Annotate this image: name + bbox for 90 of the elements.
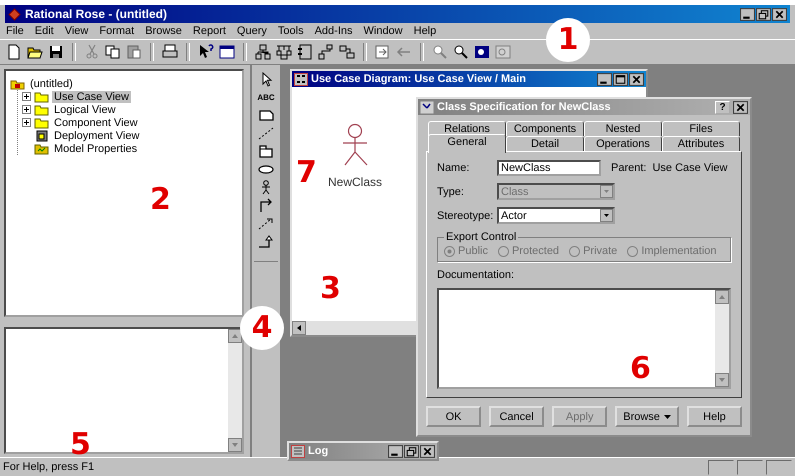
expand-icon[interactable] bbox=[22, 105, 31, 114]
folder-icon bbox=[34, 116, 49, 128]
scroll-left-icon[interactable] bbox=[292, 321, 306, 335]
caret-icon bbox=[664, 414, 671, 418]
paste-icon[interactable] bbox=[126, 44, 142, 60]
tab[interactable]: General bbox=[428, 134, 506, 153]
menu-item[interactable]: Query bbox=[236, 25, 267, 37]
deployment-diagram-icon[interactable] bbox=[339, 44, 355, 60]
name-field[interactable]: NewClass bbox=[497, 160, 601, 176]
menu-item[interactable]: View bbox=[64, 25, 88, 37]
expand-icon[interactable] bbox=[22, 92, 31, 101]
field-label: Stereotype: bbox=[437, 210, 493, 222]
app-icon bbox=[8, 8, 21, 20]
browse-icon[interactable] bbox=[375, 44, 391, 60]
menu-item[interactable]: File bbox=[6, 25, 24, 37]
parent-value: Use Case View bbox=[652, 162, 728, 174]
menu-item[interactable]: Format bbox=[99, 25, 134, 37]
window-title: Rational Rose - (untitled) bbox=[25, 7, 168, 21]
field-label: Documentation: bbox=[437, 269, 516, 281]
tree-item[interactable]: Deployment View bbox=[52, 130, 142, 142]
tree-item[interactable]: Use Case View bbox=[52, 90, 131, 102]
dialog-button[interactable]: OK bbox=[426, 406, 482, 427]
class-diagram-icon[interactable] bbox=[255, 44, 271, 60]
use-case-diagram-icon[interactable] bbox=[276, 44, 292, 60]
diagram-window-title: Use Case Diagram: Use Case View / Main bbox=[311, 73, 528, 85]
component-diagram-icon[interactable] bbox=[297, 44, 313, 60]
model-icon bbox=[10, 78, 25, 90]
tab[interactable]: Components bbox=[506, 121, 584, 136]
menu-item[interactable]: Edit bbox=[34, 25, 54, 37]
copy-icon[interactable] bbox=[105, 44, 121, 60]
zoom-in-icon[interactable] bbox=[453, 44, 469, 60]
dialog-button[interactable]: Help bbox=[686, 406, 742, 427]
log-window-title: Log bbox=[308, 445, 330, 457]
close-icon[interactable] bbox=[772, 8, 787, 20]
dialog-title: Class Specification for NewClass bbox=[437, 101, 612, 113]
tree-item[interactable]: Component View bbox=[52, 116, 140, 128]
menu-item[interactable]: Window bbox=[364, 25, 403, 37]
package-icon[interactable] bbox=[257, 144, 275, 159]
annotation-number: 7 bbox=[296, 158, 317, 188]
annotation-number: 3 bbox=[320, 274, 341, 304]
stereotype-dropdown[interactable]: Actor bbox=[497, 207, 615, 224]
group-label: Export Control bbox=[445, 231, 518, 243]
log-icon bbox=[291, 444, 305, 458]
tree-item[interactable]: (untitled) bbox=[28, 78, 75, 90]
sequence-diagram-icon[interactable] bbox=[318, 44, 334, 60]
menu-item[interactable]: Help bbox=[414, 25, 436, 37]
annotation-number: 6 bbox=[630, 354, 651, 384]
dashed-arrow-icon[interactable] bbox=[257, 216, 275, 231]
tab[interactable]: Detail bbox=[506, 136, 584, 151]
annotation-number: 2 bbox=[150, 185, 171, 215]
tree-item[interactable]: Logical View bbox=[52, 104, 118, 116]
properties-icon bbox=[34, 142, 49, 154]
generalization-icon[interactable] bbox=[257, 234, 275, 249]
tab[interactable]: Files bbox=[662, 121, 740, 136]
tab[interactable]: Operations bbox=[584, 136, 662, 151]
minimize-icon[interactable] bbox=[740, 8, 755, 20]
restore-icon[interactable] bbox=[756, 8, 771, 20]
save-icon[interactable] bbox=[48, 44, 64, 60]
field-label: Name: bbox=[437, 162, 470, 174]
field-label: Type: bbox=[437, 186, 465, 198]
text-tool[interactable]: ABC bbox=[257, 90, 275, 105]
diagram-icon bbox=[294, 72, 308, 86]
actor-label: NewClass bbox=[328, 175, 382, 189]
menu-item[interactable]: Report bbox=[192, 25, 226, 37]
new-file-icon[interactable] bbox=[6, 44, 22, 60]
menu-item[interactable]: Add-Ins bbox=[314, 25, 352, 37]
close-icon[interactable] bbox=[629, 72, 644, 86]
help-pointer-icon[interactable] bbox=[198, 44, 214, 60]
menu-item[interactable]: Tools bbox=[278, 25, 304, 37]
menu-item[interactable]: Browse bbox=[145, 25, 182, 37]
deployment-icon bbox=[34, 130, 49, 142]
minimize-icon[interactable] bbox=[597, 72, 612, 86]
tab[interactable]: Nested bbox=[584, 121, 662, 136]
folder-icon bbox=[34, 104, 49, 116]
dialog-button[interactable]: Cancel bbox=[489, 406, 544, 427]
tab[interactable]: Attributes bbox=[662, 136, 740, 151]
annotation-number: 5 bbox=[70, 430, 91, 460]
dashed-line-icon[interactable] bbox=[257, 126, 275, 141]
field-label: Parent: bbox=[611, 162, 646, 174]
scroll-up-icon[interactable] bbox=[228, 329, 242, 343]
status-text: For Help, press F1 bbox=[3, 461, 96, 473]
expand-icon[interactable] bbox=[22, 118, 31, 127]
window-icon[interactable] bbox=[219, 44, 235, 60]
note-icon[interactable] bbox=[257, 108, 275, 123]
zoom-out-icon[interactable] bbox=[432, 44, 448, 60]
dialog-button[interactable]: Browse bbox=[615, 406, 679, 427]
folder-icon bbox=[34, 90, 49, 102]
tree-item[interactable]: Model Properties bbox=[52, 142, 140, 154]
maximize-icon[interactable] bbox=[613, 72, 628, 86]
print-icon[interactable] bbox=[162, 44, 178, 60]
